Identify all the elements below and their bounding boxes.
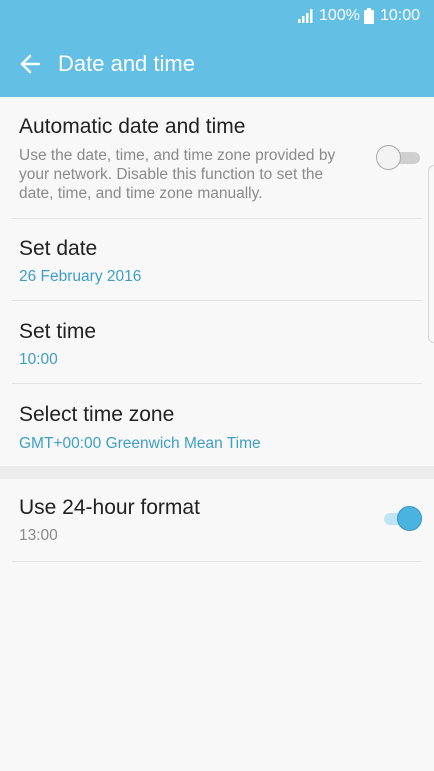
edge-panel-handle[interactable] bbox=[428, 165, 434, 343]
set-time-value: 10:00 bbox=[19, 351, 58, 368]
time-zone-title: Select time zone bbox=[19, 403, 175, 426]
set-time-title: Set time bbox=[19, 320, 97, 343]
time-zone-value: GMT+00:00 Greenwich Mean Time bbox=[19, 435, 261, 452]
signal-icon bbox=[298, 9, 313, 23]
automatic-date-time-row[interactable]: Automatic date and time Use the date, ti… bbox=[12, 97, 422, 219]
section-divider bbox=[0, 466, 434, 479]
set-date-title: Set date bbox=[19, 237, 98, 260]
battery-icon bbox=[363, 8, 374, 24]
status-bar: 100% 10:00 bbox=[0, 0, 434, 32]
back-button[interactable] bbox=[10, 44, 50, 84]
battery-percent: 100% bbox=[319, 7, 360, 24]
app-header: 100% 10:00 Date and time bbox=[0, 0, 434, 97]
format-24h-value: 13:00 bbox=[19, 527, 58, 544]
set-date-value: 26 February 2016 bbox=[19, 268, 142, 285]
arrow-left-icon bbox=[20, 54, 41, 74]
format-24h-switch[interactable] bbox=[376, 503, 422, 533]
format-24h-row[interactable]: Use 24-hour format 13:00 bbox=[12, 479, 422, 562]
status-indicators: 100% 10:00 bbox=[298, 5, 420, 27]
switch-thumb bbox=[376, 145, 401, 170]
automatic-date-time-title: Automatic date and time bbox=[19, 115, 246, 138]
time-zone-row[interactable]: Select time zone GMT+00:00 Greenwich Mea… bbox=[12, 384, 422, 466]
toolbar: Date and time bbox=[0, 38, 434, 90]
set-time-row[interactable]: Set time 10:00 bbox=[12, 301, 422, 384]
automatic-date-time-switch[interactable] bbox=[376, 142, 422, 172]
settings-list: Automatic date and time Use the date, ti… bbox=[0, 97, 434, 562]
automatic-date-time-description: Use the date, time, and time zone provid… bbox=[19, 147, 336, 202]
set-date-row[interactable]: Set date 26 February 2016 bbox=[12, 219, 422, 301]
switch-thumb bbox=[397, 506, 422, 531]
page-title: Date and time bbox=[58, 51, 195, 76]
format-24h-title: Use 24-hour format bbox=[19, 496, 200, 519]
status-time: 10:00 bbox=[379, 7, 420, 24]
